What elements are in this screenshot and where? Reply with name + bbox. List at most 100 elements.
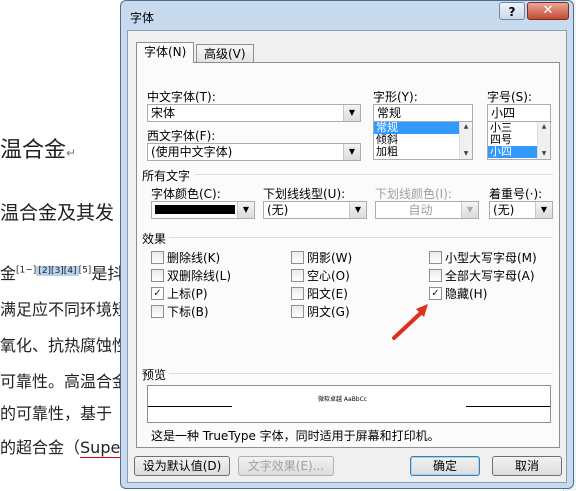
checkbox-box[interactable] [291,251,304,264]
underline-color-value: 自动 [408,203,433,217]
underline-color-select: 自动 ▼ [375,201,479,219]
doc-line-6: 的超合金（Super [0,438,127,458]
checkbox-label: 阴影(W) [307,251,353,265]
checkbox-label: 下标(B) [167,305,209,319]
ok-button[interactable]: 确定 [410,456,480,476]
chevron-down-icon: ▼ [461,202,478,218]
size-list[interactable]: 小三 四号 小四 ▲ ▼ [487,121,551,160]
emphasis-value: (无) [493,203,515,217]
dialog-client: 字体(N) 高级(V) 中文字体(T): 宋体 ▼ 西文字体(F): (使用中文… [127,30,567,483]
checkbox-box[interactable] [151,269,164,282]
chevron-down-icon[interactable]: ▼ [343,105,360,121]
font-tab-panel: 中文字体(T): 宋体 ▼ 西文字体(F): (使用中文字体) ▼ 字形(Y):… [136,62,560,448]
doc-line-1: 金[1~] [2][3][4] [5]是抖 [0,264,124,283]
size-input[interactable]: 小四 [487,104,551,122]
set-default-button[interactable]: 设为默认值(D) [134,456,230,476]
underline-color-label: 下划线颜色(I): [375,187,452,201]
dialog-titlebar[interactable]: 字体 ? ✕ [121,1,573,31]
doc-heading-2: 温合金及其发 [0,202,115,224]
preview-sample: 微软卓越 AaBbCc [318,396,368,403]
annotation-arrow-icon [392,304,428,340]
scroll-down-icon[interactable]: ▼ [460,149,472,159]
emphasis-select[interactable]: (无) ▼ [489,201,553,219]
dialog-title: 字体 [130,11,155,25]
chevron-down-icon[interactable]: ▼ [349,202,366,218]
checkbox-shadow[interactable]: 阴影(W) [291,249,353,265]
checkbox-label: 隐藏(H) [445,287,488,301]
help-button[interactable]: ? [499,2,525,20]
close-button[interactable]: ✕ [527,2,569,20]
preview-label: 预览 [142,368,167,382]
checkbox-label: 阳文(E) [307,287,348,301]
color-swatch [155,205,235,214]
underline-label: 下划线线型(U): [263,187,346,201]
underline-select[interactable]: (无) ▼ [263,201,367,219]
font-color-label: 字体颜色(C): [151,187,221,201]
underline-value: (无) [267,203,289,217]
western-font-label: 西文字体(F): [147,129,216,143]
effects-label: 效果 [142,232,167,246]
checkbox-outline[interactable]: 空心(O) [291,267,350,283]
checkbox-double-strikethrough[interactable]: 双删除线(L) [151,267,232,283]
size-label: 字号(S): [487,90,533,104]
scroll-down-icon[interactable]: ▼ [538,149,550,159]
style-scrollbar[interactable]: ▲ ▼ [459,122,472,159]
tab-font[interactable]: 字体(N) [136,42,195,63]
emphasis-label: 着重号(·): [489,187,543,201]
checkmark-icon[interactable]: ✓ [429,287,442,300]
chevron-down-icon[interactable]: ▼ [535,202,552,218]
style-input[interactable]: 常规 [373,104,473,122]
style-list[interactable]: 常规 倾斜 加粗 ▲ ▼ [373,121,473,160]
style-option[interactable]: 加粗 [374,146,472,158]
checkbox-box[interactable] [291,269,304,282]
checkbox-small-caps[interactable]: 小型大写字母(M) [429,249,537,265]
preview-line [466,406,550,407]
doc-line-3: 氧化、抗热腐蚀性 [0,336,129,355]
checkbox-engrave[interactable]: 阴文(G) [291,303,350,319]
divider [195,174,553,175]
checkbox-label: 双删除线(L) [167,269,232,283]
preview-box: 微软卓越 AaBbCc [147,385,551,423]
checkmark-icon[interactable]: ✓ [151,287,164,300]
doc-line-5: 的可靠性，基于 [0,404,113,423]
checkbox-box[interactable] [151,305,164,318]
western-font-value: (使用中文字体) [151,145,233,159]
chinese-font-label: 中文字体(T): [147,90,216,104]
style-label: 字形(Y): [373,90,418,104]
scroll-up-icon[interactable]: ▲ [538,122,550,132]
checkbox-label: 上标(P) [167,287,208,301]
western-font-select[interactable]: (使用中文字体) ▼ [147,143,361,161]
font-dialog: 字体 ? ✕ 字体(N) 高级(V) 中文字体(T): 宋体 ▼ 西文字体(F)… [120,0,574,489]
checkbox-all-caps[interactable]: 全部大写字母(A) [429,267,535,283]
checkbox-box[interactable] [151,251,164,264]
checkbox-box[interactable] [429,251,442,264]
doc-line-4: 可靠性。高温合金 [0,372,129,391]
doc-heading-1: 温合金↵ [0,138,77,163]
checkbox-label: 删除线(K) [167,251,221,265]
size-scrollbar[interactable]: ▲ ▼ [537,122,550,159]
chinese-font-select[interactable]: 宋体 ▼ [147,104,361,122]
checkbox-label: 小型大写字母(M) [445,251,537,265]
preview-description: 这是一种 TrueType 字体，同时适用于屏幕和打印机。 [151,429,440,443]
checkbox-box[interactable] [291,287,304,300]
chevron-down-icon[interactable]: ▼ [343,144,360,160]
divider [169,237,553,238]
cancel-button[interactable]: 取消 [492,456,562,476]
scroll-up-icon[interactable]: ▲ [460,122,472,132]
font-color-select[interactable]: ▼ [151,201,255,219]
divider [169,373,553,374]
checkbox-box[interactable] [429,269,442,282]
tab-advanced[interactable]: 高级(V) [196,44,254,63]
checkbox-label: 空心(O) [307,269,350,283]
checkbox-label: 全部大写字母(A) [445,269,535,283]
highlighted-citation: [2][3][4] [36,265,79,276]
checkbox-box[interactable] [291,305,304,318]
checkbox-emboss[interactable]: 阳文(E) [291,285,348,301]
checkbox-hidden[interactable]: ✓ 隐藏(H) [429,285,488,301]
preview-line [148,406,232,407]
checkbox-superscript[interactable]: ✓ 上标(P) [151,285,208,301]
chevron-down-icon[interactable]: ▼ [237,202,254,218]
checkbox-strikethrough[interactable]: 删除线(K) [151,249,221,265]
checkbox-label: 阴文(G) [307,305,350,319]
checkbox-subscript[interactable]: 下标(B) [151,303,209,319]
